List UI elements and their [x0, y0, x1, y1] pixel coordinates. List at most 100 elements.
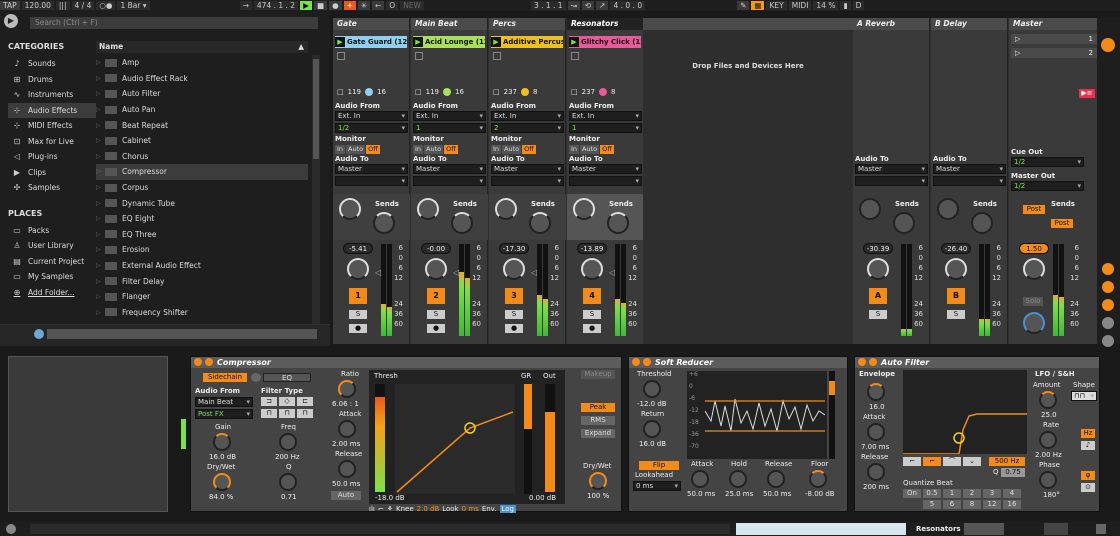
fold-icon[interactable] — [205, 358, 213, 366]
stop-button[interactable]: ■ — [314, 1, 328, 10]
eq-button[interactable]: EQ — [263, 373, 311, 382]
clip-slot[interactable]: ▶ Glitchy Click (12 — [569, 36, 641, 48]
expand-triangle-icon[interactable]: ▷ — [96, 309, 105, 316]
gain-knob[interactable] — [213, 433, 231, 451]
release-knob[interactable] — [338, 460, 356, 478]
send-b-knob[interactable] — [971, 212, 993, 234]
quantize-8[interactable]: 8 — [963, 500, 981, 509]
fold-icon[interactable] — [869, 358, 877, 366]
track-activator-button[interactable]: 3 — [505, 288, 523, 304]
arm-button[interactable]: ● — [427, 324, 445, 333]
post-button[interactable]: Post — [1023, 205, 1045, 214]
tempo-field[interactable]: 120.00 — [21, 1, 54, 10]
expand-triangle-icon[interactable]: ▷ — [96, 59, 105, 66]
return-track-name[interactable]: A Reverb — [853, 18, 929, 30]
solo-button[interactable]: S — [427, 310, 445, 319]
master-track-name[interactable]: Master — [1009, 18, 1098, 30]
soft-reducer-display[interactable]: +6 0 -6 -12 -18 -36 -70 — [687, 371, 835, 459]
auto-release-button[interactable]: Auto — [331, 491, 361, 500]
rms-button[interactable]: RMS — [581, 416, 615, 425]
sidechain-tap-dropdown[interactable]: Post FX — [195, 409, 253, 419]
monitor-off-button[interactable]: Off — [600, 145, 614, 154]
solo-button[interactable]: S — [583, 310, 601, 319]
play-button[interactable]: ▶ — [300, 1, 313, 10]
sidechain-button[interactable]: Sidechain — [203, 373, 247, 382]
highpass-icon[interactable]: ⊏ — [297, 397, 313, 406]
new-button[interactable]: NEW — [400, 1, 424, 10]
input-type-dropdown[interactable]: Ext. In — [413, 111, 486, 121]
expand-triangle-icon[interactable]: ▷ — [96, 106, 105, 113]
solo-button[interactable]: S — [869, 310, 887, 319]
fold-icon[interactable] — [643, 358, 651, 366]
af-bandpass-icon[interactable]: ⌒ — [943, 457, 961, 466]
lowpass-icon[interactable]: ⊐ — [261, 397, 277, 406]
draw-mode-icon[interactable]: ✎ — [737, 1, 750, 10]
peak-button[interactable]: Peak — [581, 403, 615, 412]
output-channel-dropdown[interactable] — [335, 176, 408, 186]
cue-out-dropdown[interactable]: 1/2 — [1011, 157, 1084, 167]
empty-slot-stop-icon[interactable] — [337, 52, 345, 60]
rate-hz-button[interactable]: Hz — [1081, 429, 1095, 438]
highshelf-icon[interactable]: ⊓ — [297, 409, 313, 418]
send-a-knob[interactable] — [417, 198, 439, 220]
drywet-knob[interactable] — [213, 473, 231, 491]
output-drywet-knob[interactable] — [589, 472, 607, 490]
master-pan-knob[interactable] — [1023, 258, 1045, 280]
key-map-button[interactable]: KEY — [766, 1, 787, 10]
browser-item[interactable]: ▷ Cabinet — [96, 133, 308, 149]
track-name[interactable]: Main Beat — [411, 18, 487, 30]
af-q-field[interactable]: 0.75 — [1001, 468, 1025, 477]
return-track-name[interactable]: B Delay — [931, 18, 1007, 30]
search-input[interactable]: Search (Ctrl + F) — [30, 17, 318, 29]
monitor-in-button[interactable]: In — [569, 145, 580, 154]
position-field[interactable]: 474 . 1 . 2 — [253, 1, 299, 10]
send-a-knob[interactable] — [937, 198, 959, 220]
transfer-curve[interactable] — [395, 384, 515, 494]
quantize-3[interactable]: 3 — [983, 489, 1001, 498]
lfo-phase-knob[interactable] — [1039, 471, 1057, 489]
nudge-icon[interactable]: ||| — [55, 1, 70, 10]
capture-icon[interactable]: O — [386, 1, 399, 10]
solo-button[interactable]: S — [947, 310, 965, 319]
input-channel-dropdown[interactable]: 2 — [491, 123, 564, 133]
rate-sync-icon[interactable]: ♪ — [1081, 441, 1095, 450]
monitor-in-button[interactable]: In — [413, 145, 424, 154]
output-dropdown[interactable]: Master — [491, 164, 564, 174]
scene-2[interactable]: ▷ 2 — [1011, 48, 1097, 58]
clip-slot[interactable]: ▶ Gate Guard (120 — [335, 36, 407, 48]
browser-item[interactable]: ▷ Audio Effect Rack — [96, 71, 308, 87]
log-button[interactable]: Log — [499, 505, 517, 513]
browser-scrollbar[interactable] — [312, 55, 320, 335]
pan-knob[interactable] — [503, 258, 525, 280]
browser-item[interactable]: ▷ Beat Repeat — [96, 117, 308, 133]
expand-triangle-icon[interactable]: ▷ — [96, 153, 105, 160]
curve-mode-icon[interactable]: ⌐ — [378, 505, 384, 513]
metronome-icon[interactable]: ○● — [96, 1, 116, 10]
browser-item[interactable]: ▷ Auto Pan — [96, 102, 308, 118]
browser-item[interactable]: ▷ Auto Filter — [96, 86, 308, 102]
overdub-button[interactable]: + — [343, 1, 356, 10]
computer-keyboard-icon[interactable]: ▦ — [751, 1, 765, 10]
browser-item[interactable]: ▷ Chorus — [96, 149, 308, 165]
output-channel-dropdown[interactable] — [933, 176, 1006, 186]
pan-knob[interactable] — [347, 258, 369, 280]
quantize-5[interactable]: 5 — [923, 500, 941, 509]
category-instruments[interactable]: ∿ Instruments — [8, 87, 96, 103]
af-highpass-icon[interactable]: ⌐ — [923, 457, 941, 466]
send-b-knob[interactable] — [893, 212, 915, 234]
pan-knob[interactable] — [867, 258, 889, 280]
expand-triangle-icon[interactable]: ▷ — [96, 246, 105, 253]
threshold-knob[interactable] — [643, 380, 661, 398]
expand-triangle-icon[interactable]: ▷ — [96, 215, 105, 222]
activity-mode-icon[interactable]: ⚘ — [387, 505, 393, 513]
io-toggle-icon[interactable] — [1101, 38, 1115, 52]
device-overview-2[interactable] — [1044, 523, 1068, 535]
monitor-auto-button[interactable]: Auto — [580, 145, 600, 154]
name-column-header[interactable]: Name ▲ — [96, 41, 308, 53]
expand-triangle-icon[interactable]: ▷ — [96, 168, 105, 175]
loop-length-field[interactable]: 4 . 0 . 0 — [610, 1, 646, 10]
input-type-dropdown[interactable]: Ext. In — [335, 111, 408, 121]
place-current-project[interactable]: ▤ Current Project — [8, 254, 96, 270]
input-channel-dropdown[interactable]: 1 — [569, 123, 642, 133]
output-channel-dropdown[interactable] — [413, 176, 486, 186]
